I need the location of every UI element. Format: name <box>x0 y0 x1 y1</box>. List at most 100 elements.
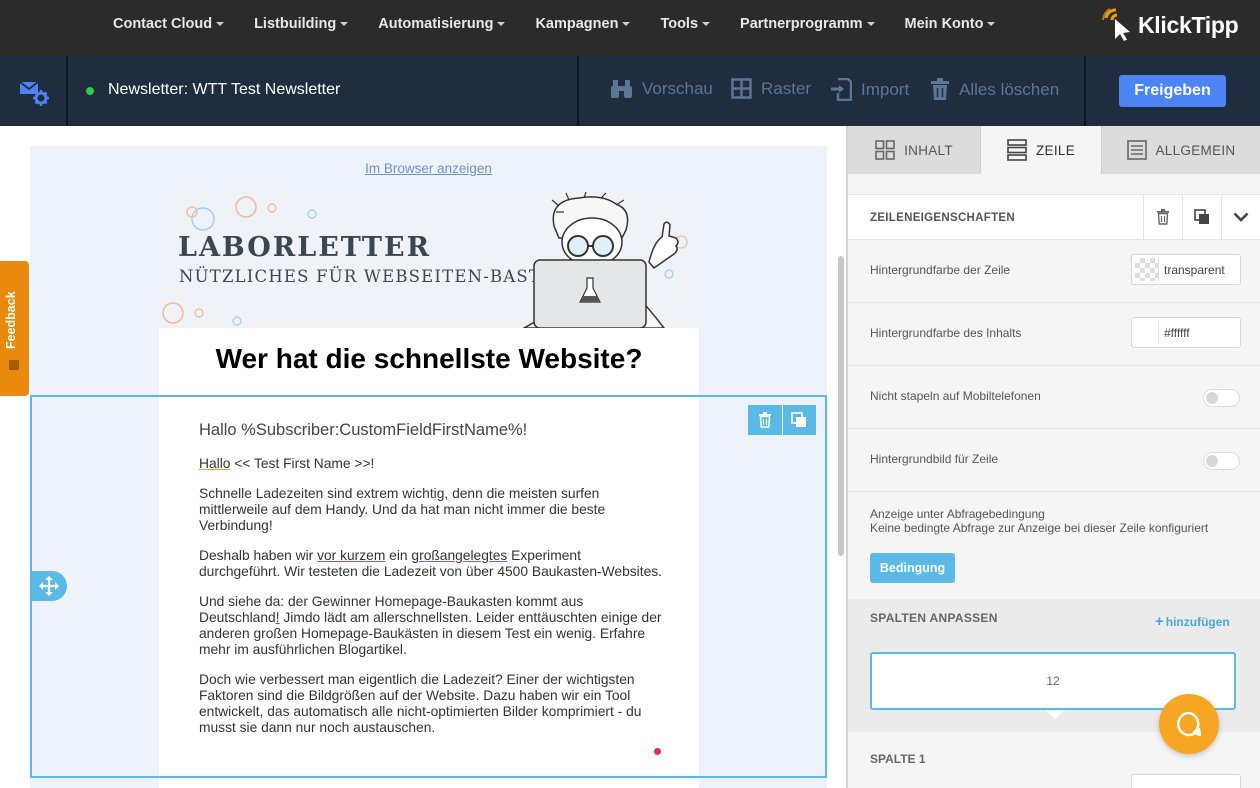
condition-button[interactable]: Bedingung <box>870 553 955 583</box>
panel-tabs: INHALT ZEILE ALLGEMEIN <box>848 126 1260 174</box>
feedback-icon <box>9 360 19 370</box>
menu-label: Kampagnen <box>535 16 619 32</box>
delete-row-button[interactable] <box>748 405 782 435</box>
row-toolbar <box>748 405 817 435</box>
menu-label: Contact Cloud <box>113 16 213 32</box>
delete-row-button[interactable] <box>1143 195 1182 239</box>
condition-title: Anzeige unter Abfragebedingung <box>870 507 1045 521</box>
publish-button[interactable]: Freigeben <box>1119 75 1226 107</box>
tab-inhalt[interactable]: INHALT <box>848 126 980 174</box>
editor-toolbar: Newsletter: WTT Test Newsletter Vorschau… <box>0 56 1260 126</box>
setting-label: Hintergrundfarbe der Zeile <box>870 263 1011 277</box>
row-background-color-picker[interactable]: transparent <box>1131 254 1241 285</box>
content-background-color-setting: Hintergrundfarbe des Inhalts #ffffff <box>848 303 1260 366</box>
delete-all-button[interactable]: Alles löschen <box>930 78 1059 101</box>
caret-down-icon <box>497 22 506 26</box>
grid-button[interactable]: Raster <box>731 78 811 99</box>
menu-tools[interactable]: Tools <box>660 16 711 32</box>
main-menu: Contact Cloud Listbuilding Automatisieru… <box>113 0 1025 48</box>
color-swatch <box>1135 258 1159 281</box>
newsletter-headline: Wer hat die schnellste Website? <box>215 343 643 374</box>
tab-label: ALLGEMEIN <box>1155 142 1236 158</box>
menu-mein-konto[interactable]: Mein Konto <box>905 16 996 32</box>
menu-automatisierung[interactable]: Automatisierung <box>378 16 506 32</box>
section-title: ZEILENEIGENSCHAFTEN <box>870 212 1015 224</box>
chat-icon <box>1177 711 1202 737</box>
menu-label: Partnerprogramm <box>740 16 863 32</box>
top-navigation: Contact Cloud Listbuilding Automatisieru… <box>0 0 1260 56</box>
toggle-knob <box>1206 455 1218 467</box>
duplicate-icon <box>1194 209 1209 224</box>
caret-down-icon <box>866 22 875 26</box>
toggle-knob <box>1206 392 1218 404</box>
content-background-color-picker[interactable]: #ffffff <box>1131 317 1241 348</box>
klicktipp-logo[interactable]: KlickTipp <box>1102 8 1239 42</box>
newsletter-title: Newsletter: WTT Test Newsletter <box>108 81 341 98</box>
collapse-section-button[interactable] <box>1221 195 1260 239</box>
menu-kampagnen[interactable]: Kampagnen <box>535 16 631 32</box>
color-swatch <box>1135 321 1159 344</box>
menu-listbuilding[interactable]: Listbuilding <box>254 16 349 32</box>
tab-label: ZEILE <box>1035 142 1075 158</box>
cursor-indicator-dot <box>654 748 661 755</box>
logo-text: KlickTipp <box>1138 11 1239 38</box>
color-value: #ffffff <box>1164 326 1190 340</box>
no-stack-mobile-setting: Nicht stapeln auf Mobiltelefonen <box>848 366 1260 429</box>
newsletter-header-image[interactable]: LABORLETTER NÜTZLICHES FÜR WEBSEITEN-BAS… <box>159 192 699 328</box>
headline-block[interactable]: Wer hat die schnellste Website? <box>159 328 699 394</box>
toolbar-divider <box>1084 56 1086 126</box>
background-image-toggle[interactable] <box>1203 452 1240 470</box>
row-properties-header: ZEILENEIGENSCHAFTEN <box>848 194 1260 240</box>
header-title: LABORLETTER <box>178 232 432 263</box>
preview-label: Vorschau <box>642 79 713 98</box>
canvas-scrollbar[interactable] <box>838 256 844 556</box>
properties-panel: INHALT ZEILE ALLGEMEIN ZEILENEIGENSCHAFT… <box>846 126 1260 788</box>
caret-down-icon <box>340 22 349 26</box>
setting-label: Nicht stapeln auf Mobiltelefonen <box>870 389 1041 403</box>
caret-down-icon <box>987 22 996 26</box>
column-width-value: 12 <box>1046 674 1060 688</box>
menu-label: Mein Konto <box>904 16 984 32</box>
grid-label: Raster <box>761 78 812 98</box>
logo-signal-icon <box>1102 8 1130 41</box>
preview-button[interactable]: Vorschau <box>610 78 713 100</box>
document-icon <box>1126 140 1147 160</box>
move-row-handle[interactable] <box>31 571 67 601</box>
menu-label: Tools <box>660 16 699 32</box>
selected-row-outline[interactable] <box>30 395 827 778</box>
column-1-input[interactable] <box>1131 774 1241 788</box>
add-column-label: hinzufügen <box>1165 615 1230 629</box>
menu-partnerprogramm[interactable]: Partnerprogramm <box>740 16 875 32</box>
move-arrows-icon <box>39 576 59 596</box>
tab-allgemein[interactable]: ALLGEMEIN <box>1102 126 1260 174</box>
chat-support-button[interactable] <box>1159 694 1219 754</box>
scientist-illustration <box>522 192 679 328</box>
duplicate-icon <box>791 412 807 427</box>
duplicate-row-button[interactable] <box>782 405 816 435</box>
caret-down-icon <box>216 22 225 26</box>
toolbar-divider <box>66 56 68 126</box>
newsletter-settings-icon[interactable] <box>18 78 50 111</box>
view-in-browser-link[interactable]: Im Browser anzeigen <box>30 161 827 176</box>
tab-label: INHALT <box>904 142 953 158</box>
trash-icon <box>758 412 771 428</box>
feedback-tab[interactable]: Feedback <box>0 261 29 396</box>
trash-icon <box>1157 209 1169 225</box>
tab-zeile[interactable]: ZEILE <box>981 126 1101 174</box>
status-dot <box>86 87 94 95</box>
no-stack-mobile-toggle[interactable] <box>1203 389 1240 407</box>
add-column-button[interactable]: + hinzufügen <box>1155 613 1230 630</box>
binoculars-icon <box>611 80 632 98</box>
color-value: transparent <box>1164 263 1225 277</box>
import-button[interactable]: Import <box>830 78 909 101</box>
rows-icon <box>1007 139 1027 161</box>
caret-down-icon <box>702 22 711 26</box>
menu-contact-cloud[interactable]: Contact Cloud <box>113 16 225 32</box>
duplicate-row-button[interactable] <box>1182 195 1221 239</box>
grid-icon <box>731 78 752 99</box>
setting-label: Hintergrundfarbe des Inhalts <box>870 326 1022 340</box>
columns-section: SPALTEN ANPASSEN + hinzufügen 12 SPALTE 1 <box>848 599 1260 788</box>
import-icon <box>831 78 852 101</box>
import-label: Import <box>861 79 910 99</box>
chevron-down-icon <box>1233 212 1249 222</box>
